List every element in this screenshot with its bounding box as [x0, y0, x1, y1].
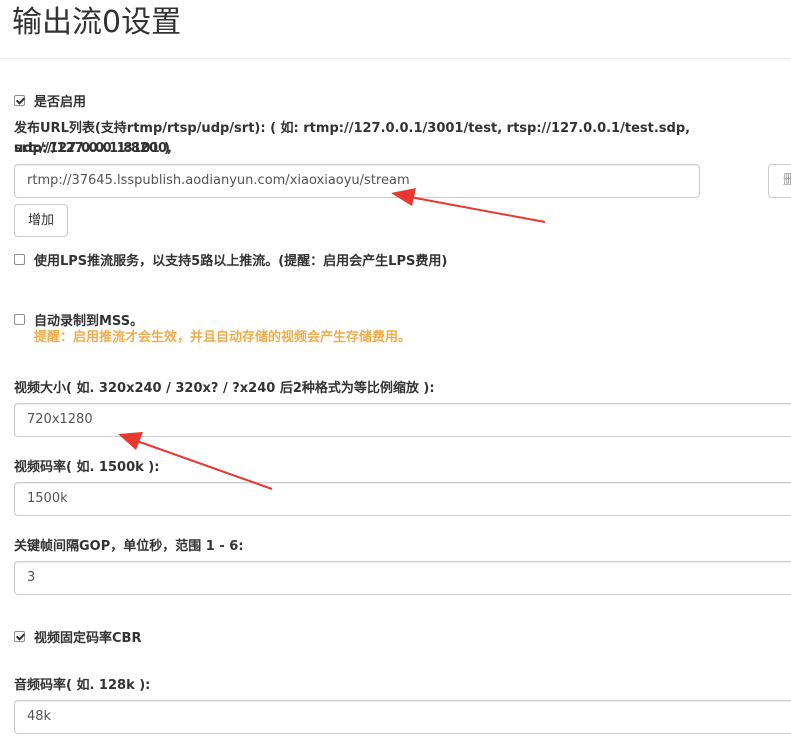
- enable-label: 是否启用: [34, 95, 87, 110]
- add-url-button[interactable]: 增加: [14, 204, 68, 237]
- video-size-input[interactable]: 720x1280: [14, 403, 791, 437]
- gop-input[interactable]: 3: [14, 561, 791, 595]
- mss-row: 自动录制到MSS。: [14, 310, 143, 329]
- lps-label: 使用LPS推流服务，以支持5路以上推流。(提醒：启用会产生LPS费用): [34, 254, 448, 269]
- video-bitrate-input[interactable]: 1500k: [14, 482, 791, 516]
- cbr-checkbox[interactable]: [14, 631, 25, 642]
- publish-url-input[interactable]: rtmp://37645.lsspublish.aodianyun.com/xi…: [14, 164, 700, 198]
- cbr-label: 视频固定码率CBR: [34, 631, 142, 646]
- lps-row: 使用LPS推流服务，以支持5路以上推流。(提醒：启用会产生LPS费用): [14, 250, 447, 269]
- audio-bitrate-label: 音频码率( 如. 128k ):: [14, 678, 151, 693]
- audio-bitrate-input[interactable]: 48k: [14, 700, 791, 734]
- gop-label: 关键帧间隔GOP，单位秒，范围 1 - 6:: [14, 539, 244, 554]
- cbr-row: 视频固定码率CBR: [14, 627, 141, 646]
- mss-checkbox[interactable]: [14, 314, 25, 325]
- title-divider: [0, 58, 791, 59]
- video-size-label: 视频大小( 如. 320x240 / 320x? / ?x240 后2种格式为等…: [14, 381, 435, 396]
- delete-url-button[interactable]: 删: [768, 164, 791, 198]
- output-stream-settings-page: 输出流0设置 是否启用 发布URL列表(支持rtmp/rtsp/udp/srt)…: [0, 0, 791, 750]
- video-bitrate-label: 视频码率( 如. 1500k ):: [14, 460, 160, 475]
- mss-label: 自动录制到MSS。: [34, 314, 144, 329]
- lps-checkbox[interactable]: [14, 254, 25, 265]
- enable-checkbox[interactable]: [14, 95, 25, 106]
- mss-hint: 提醒：启用推流才会生效，并且自动存储的视频会产生存储费用。: [34, 330, 412, 345]
- url-list-label-line2: srt://127.0.0.1:8101 ): [14, 141, 170, 156]
- page-title: 输出流0设置: [12, 5, 182, 40]
- enable-row: 是否启用: [14, 91, 86, 110]
